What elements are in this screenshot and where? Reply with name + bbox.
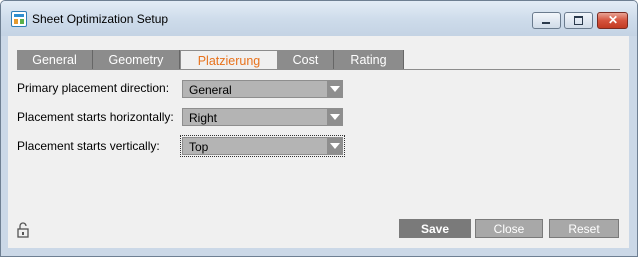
window-title: Sheet Optimization Setup	[32, 12, 169, 26]
vertical-start-value: Top	[189, 140, 209, 154]
horizontal-start-select[interactable]: Right	[182, 108, 343, 126]
chevron-down-icon[interactable]	[327, 109, 342, 125]
title-bar[interactable]: Sheet Optimization Setup ✕	[1, 1, 637, 36]
reset-button[interactable]: Reset	[549, 219, 619, 238]
chevron-down-icon[interactable]	[327, 81, 342, 97]
close-window-button[interactable]: ✕	[597, 12, 628, 29]
unlocked-padlock-icon[interactable]	[17, 222, 29, 238]
app-icon	[11, 11, 27, 27]
close-button[interactable]: Close	[475, 219, 543, 238]
tab-platzierung[interactable]: Platzierung	[180, 50, 278, 70]
close-icon: ✕	[608, 13, 619, 27]
tab-geometry[interactable]: Geometry	[93, 50, 180, 70]
tab-rating[interactable]: Rating	[334, 50, 404, 70]
maximize-button[interactable]	[564, 12, 593, 29]
horizontal-start-label: Placement starts horizontally:	[17, 110, 174, 124]
tab-divider	[17, 69, 620, 70]
chevron-down-icon[interactable]	[327, 138, 342, 154]
vertical-start-label: Placement starts vertically:	[17, 139, 160, 153]
maximize-icon	[574, 16, 583, 25]
tab-general[interactable]: General	[17, 50, 93, 70]
save-button[interactable]: Save	[399, 219, 471, 238]
vertical-start-select[interactable]: Top	[180, 135, 345, 157]
tab-bar: General Geometry Platzierung Cost Rating	[17, 50, 404, 70]
primary-direction-value: General	[189, 83, 232, 97]
dialog-content: General Geometry Platzierung Cost Rating…	[8, 36, 629, 248]
primary-direction-select[interactable]: General	[182, 80, 343, 98]
primary-direction-label: Primary placement direction:	[17, 81, 170, 95]
minimize-button[interactable]	[532, 12, 561, 29]
horizontal-start-value: Right	[189, 111, 218, 125]
dialog-window: Sheet Optimization Setup ✕ General Geome…	[0, 0, 638, 257]
tab-cost[interactable]: Cost	[278, 50, 334, 70]
minimize-icon	[542, 22, 550, 24]
